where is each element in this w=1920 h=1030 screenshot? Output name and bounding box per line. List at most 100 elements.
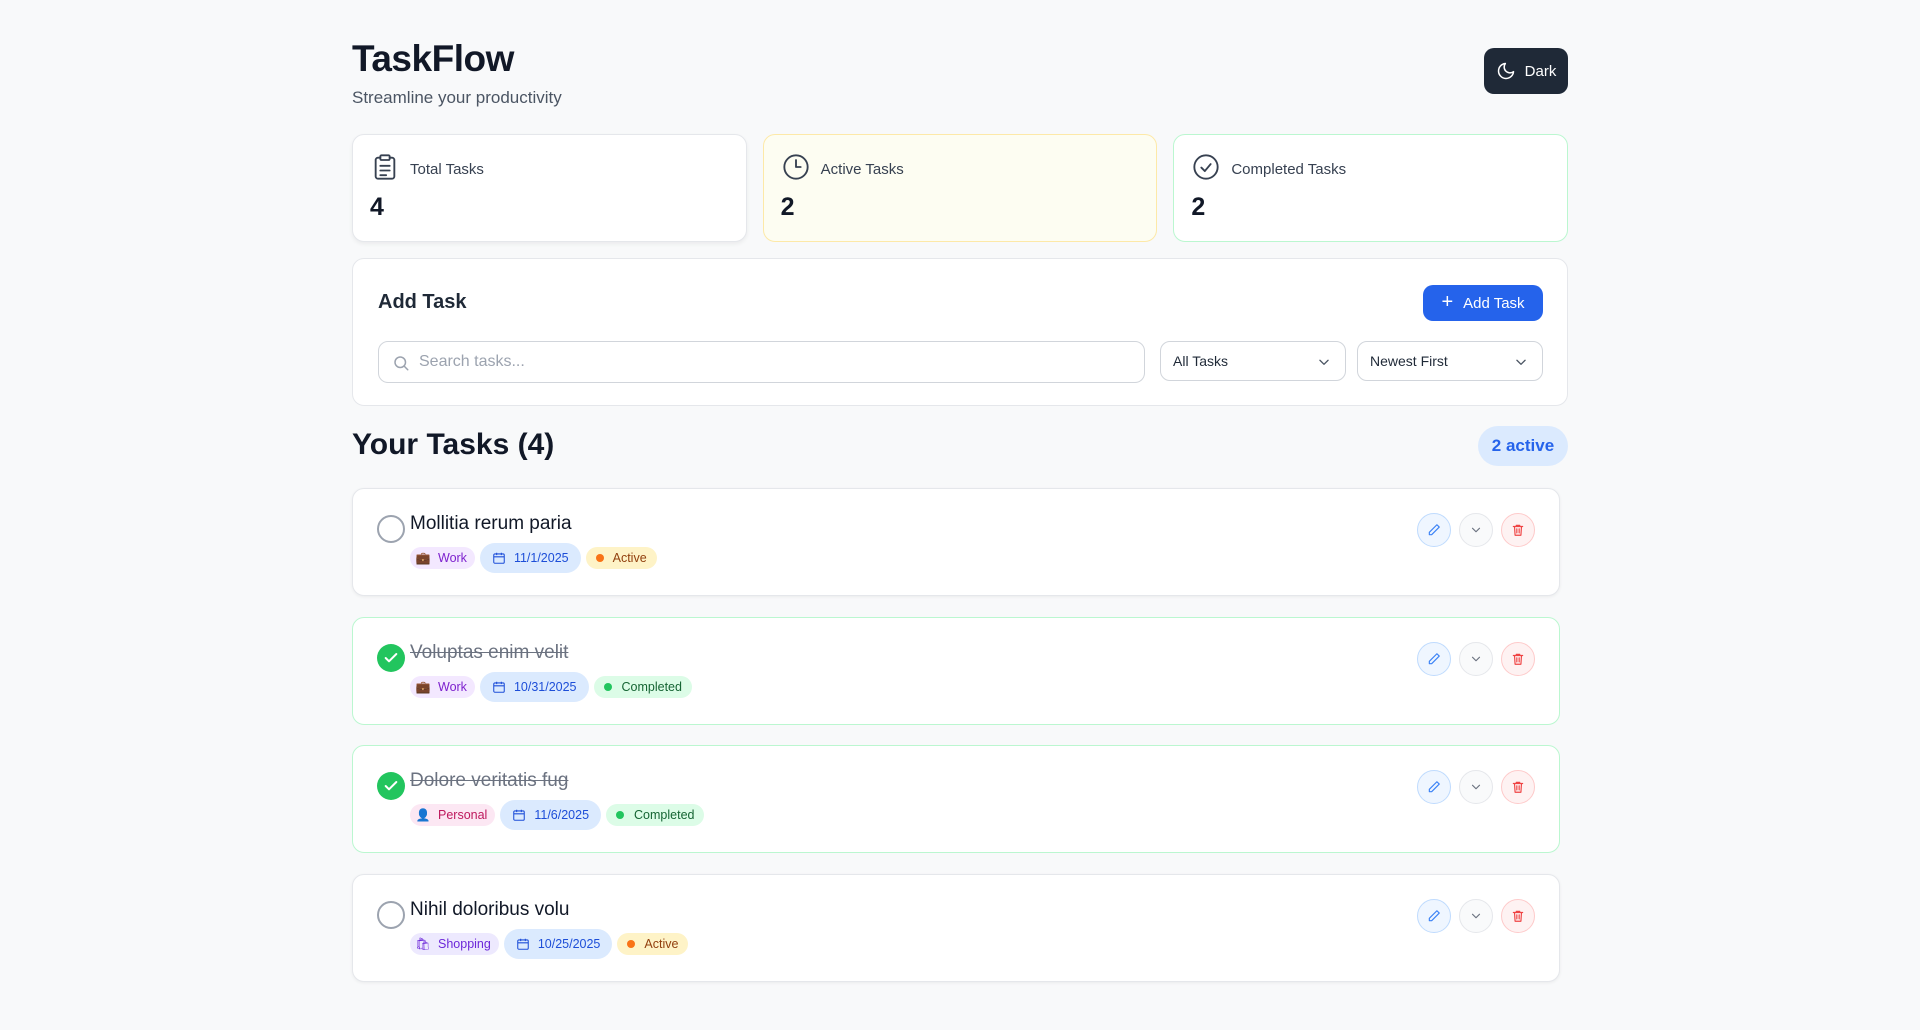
task-tags: 💼 Work 11/1/2025 Active [410, 543, 657, 573]
shopping-bags-icon: 🛍 [415, 937, 431, 951]
stat-value: 2 [780, 193, 795, 221]
task-card: Dolore veritatis fug 👤 Personal 11/6/2025… [352, 745, 1560, 853]
plus-icon: + [1441, 290, 1454, 313]
task-actions [1417, 642, 1535, 676]
category-tag: 🛍 Shopping [410, 933, 499, 955]
status-dot [603, 683, 612, 691]
stat-card-completed: Completed Tasks 2 [1173, 134, 1569, 242]
add-task-button[interactable]: + Add Task [1423, 285, 1543, 321]
filter-select[interactable]: All Tasks [1160, 341, 1346, 381]
filter-select-value: All Tasks [1173, 353, 1228, 369]
edit-button[interactable] [1417, 513, 1451, 547]
app-subtitle: Streamline your productivity [352, 88, 562, 107]
stat-label: Active Tasks [820, 161, 904, 178]
edit-button[interactable] [1417, 899, 1451, 933]
expand-button[interactable] [1459, 899, 1493, 933]
checkmark-icon [384, 781, 398, 791]
delete-button[interactable] [1501, 513, 1535, 547]
app-container: TaskFlow Streamline your productivity Da… [352, 0, 1569, 982]
task-actions [1417, 513, 1535, 547]
due-date-tag: 10/25/2025 [503, 929, 613, 959]
clock-icon [783, 154, 809, 180]
stat-card-total: Total Tasks 4 [352, 134, 747, 242]
due-date-label: 10/25/2025 [537, 937, 601, 951]
add-task-button-label: Add Task [1463, 294, 1525, 312]
edit-button[interactable] [1417, 770, 1451, 804]
task-tags: 👤 Personal 11/6/2025 Completed [410, 800, 705, 830]
sort-select-value: Newest First [1370, 353, 1448, 369]
pencil-icon [1428, 910, 1440, 922]
person-icon: 👤 [415, 808, 431, 822]
delete-button[interactable] [1501, 770, 1535, 804]
due-date-tag: 11/1/2025 [479, 543, 581, 573]
sort-select[interactable]: Newest First [1357, 341, 1543, 381]
trash-icon [1512, 781, 1524, 793]
status-dot [616, 811, 625, 819]
delete-button[interactable] [1501, 899, 1535, 933]
search-icon [394, 356, 409, 371]
task-title: Mollitia rerum paria [410, 513, 572, 534]
status-dot [627, 940, 636, 948]
task-card: Mollitia rerum paria 💼 Work 11/1/2025 Act… [352, 488, 1560, 596]
task-checkbox[interactable] [377, 901, 405, 929]
pencil-icon [1428, 781, 1440, 793]
status-label: Completed [621, 680, 682, 694]
moon-icon [1497, 62, 1514, 80]
chevron-down-icon [1471, 656, 1481, 662]
pencil-icon [1428, 524, 1440, 536]
task-tags: 💼 Work 10/31/2025 Completed [410, 672, 692, 702]
trash-icon [1512, 653, 1524, 665]
calendar-icon [493, 681, 505, 693]
task-actions [1417, 770, 1535, 804]
status-label: Active [612, 551, 647, 565]
task-title: Nihil doloribus volu [410, 899, 570, 920]
calendar-icon [513, 809, 526, 821]
calendar-icon [493, 552, 505, 564]
status-label: Active [644, 937, 679, 951]
check-circle-icon [1193, 154, 1219, 180]
due-date-label: 11/1/2025 [513, 551, 569, 565]
header: TaskFlow Streamline your productivity Da… [352, 0, 1568, 134]
category-tag: 💼 Work [410, 676, 475, 698]
status-badge: Active [617, 933, 689, 955]
pencil-icon [1428, 653, 1440, 665]
stat-label: Total Tasks [410, 161, 484, 178]
dark-mode-button[interactable]: Dark [1484, 48, 1568, 94]
task-actions [1417, 899, 1535, 933]
expand-button[interactable] [1459, 642, 1493, 676]
tasks-heading: Your Tasks (4) [352, 428, 555, 461]
dark-mode-label: Dark [1524, 62, 1557, 80]
category-label: Shopping [438, 937, 491, 951]
trash-icon [1512, 910, 1524, 922]
status-badge: Active [585, 547, 657, 569]
clipboard-icon [374, 154, 396, 180]
stats-row: Total Tasks 4 Active Tasks 2 Completed T… [352, 134, 1569, 242]
category-tag: 💼 Work [410, 547, 475, 569]
stat-value: 2 [1191, 193, 1206, 221]
active-count-badge: 2 active [1478, 426, 1568, 466]
app-title: TaskFlow [352, 38, 514, 79]
edit-button[interactable] [1417, 642, 1451, 676]
task-checkbox[interactable] [377, 644, 405, 672]
briefcase-icon: 💼 [415, 680, 431, 694]
delete-button[interactable] [1501, 642, 1535, 676]
task-checkbox[interactable] [377, 515, 405, 543]
chevron-down-icon [1471, 913, 1481, 919]
expand-button[interactable] [1459, 513, 1493, 547]
task-checkbox[interactable] [377, 772, 405, 800]
search-input[interactable] [419, 342, 1119, 382]
search-box [378, 341, 1145, 383]
task-title: Dolore veritatis fug [410, 770, 569, 791]
calendar-icon [517, 938, 529, 950]
add-task-title: Add Task [378, 291, 467, 313]
stat-value: 4 [370, 193, 384, 221]
expand-button[interactable] [1459, 770, 1493, 804]
add-task-panel: Add Task + Add Task All Tasks Newest Fir… [352, 258, 1568, 406]
status-badge: Completed [606, 804, 705, 826]
briefcase-icon: 💼 [415, 551, 431, 565]
stat-card-active: Active Tasks 2 [762, 134, 1158, 242]
chevron-down-icon [1471, 784, 1481, 790]
due-date-label: 10/31/2025 [513, 680, 577, 694]
category-label: Personal [438, 808, 488, 822]
category-label: Work [438, 551, 467, 565]
